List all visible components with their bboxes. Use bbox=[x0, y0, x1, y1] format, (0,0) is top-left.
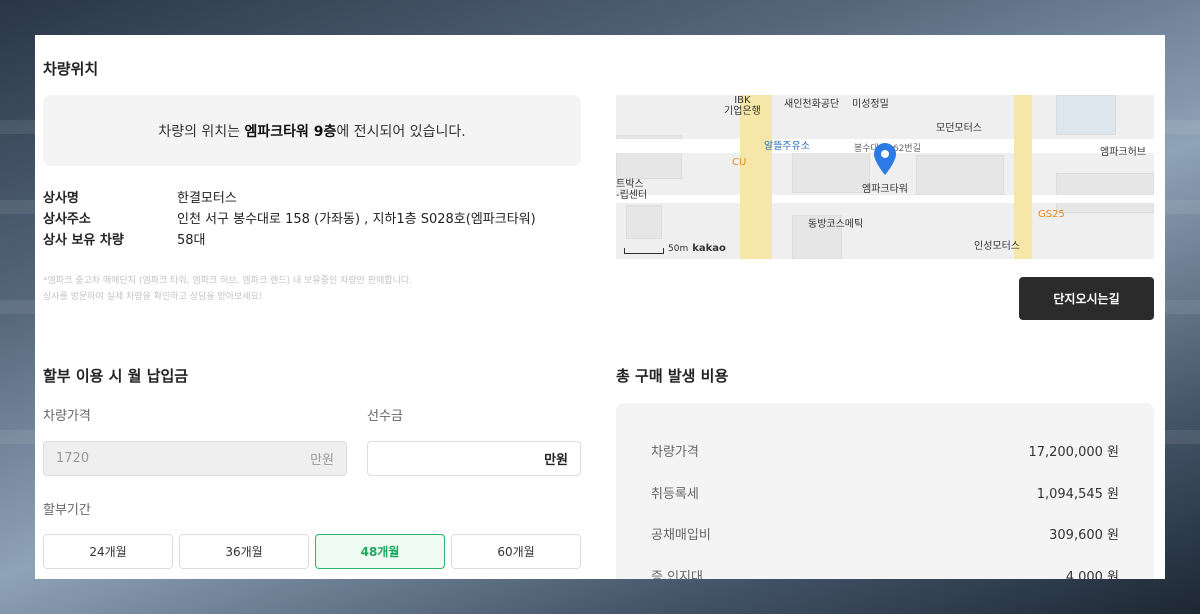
term-option-60[interactable]: 60개월 bbox=[451, 534, 581, 569]
total-cost-title: 총 구매 발생 비용 bbox=[616, 367, 729, 385]
cost-row-vehicle-price: 차량가격 17,200,000 원 bbox=[651, 441, 1119, 460]
term-label: 할부기간 bbox=[43, 503, 91, 518]
fine-print-line-1: *엠파크 중고차 매매단지 (엠파크 타워, 엠파크 허브, 엠파크 랜드) 내… bbox=[43, 276, 413, 286]
map-label-ibk: IBK 기업은행 bbox=[724, 95, 761, 117]
scale-bar bbox=[624, 248, 664, 254]
down-payment-unit: 만원 bbox=[544, 453, 568, 468]
term-option-36[interactable]: 36개월 bbox=[179, 534, 309, 569]
map-building bbox=[916, 155, 1004, 195]
map-label-gs25: GS25 bbox=[1038, 209, 1065, 220]
cost-row-stamp-duty: 증.인지대 4,000 원 bbox=[651, 566, 1119, 579]
map-label-empark-hub: 엠파크허브 bbox=[1100, 147, 1146, 158]
cost-label: 차량가격 bbox=[651, 445, 699, 460]
cost-value: 1,094,545 원 bbox=[1036, 487, 1119, 502]
map-label: 미성정밀 bbox=[852, 99, 889, 110]
vehicle-detail-panel: 차량위치 차량의 위치는 엠파크타워 9층 에 전시되어 있습니다. 상사명 한… bbox=[35, 35, 1165, 579]
info-value: 58대 bbox=[177, 233, 206, 248]
location-notice: 차량의 위치는 엠파크타워 9층 에 전시되어 있습니다. bbox=[43, 95, 581, 166]
cost-value: 17,200,000 원 bbox=[1028, 445, 1119, 460]
vehicle-price-unit: 만원 bbox=[310, 453, 334, 468]
map-label: 트박스 -립센터 bbox=[616, 179, 648, 201]
installment-title: 할부 이용 시 월 납입금 bbox=[43, 367, 189, 385]
notice-text-after: 에 전시되어 있습니다. bbox=[336, 123, 466, 140]
term-option-48[interactable]: 48개월 bbox=[315, 534, 445, 569]
down-payment-input[interactable] bbox=[380, 451, 520, 466]
fine-print-line-2: 상사를 방문하여 실제 차량을 확인하고 상담을 받아보세요! bbox=[43, 292, 263, 302]
map-scale: 50m kakao bbox=[624, 243, 726, 254]
info-value: 한결모터스 bbox=[177, 191, 237, 206]
location-map[interactable]: IBK 기업은행 새인천화공단 미성정밀 모던모터스 알뜰주유소 봉수대로162… bbox=[616, 95, 1154, 259]
map-label-gas-station: 알뜰주유소 bbox=[764, 141, 810, 152]
map-building bbox=[1056, 173, 1154, 213]
map-label: 인성모터스 bbox=[974, 241, 1020, 252]
info-row-dealer-name: 상사명 한결모터스 bbox=[43, 187, 237, 206]
notice-text-bold: 엠파크타워 9층 bbox=[244, 123, 337, 140]
map-label-empark-tower: 엠파크타워 bbox=[862, 184, 908, 195]
map-label: 새인천화공단 bbox=[784, 99, 840, 110]
info-row-dealer-address: 상사주소 인천 서구 봉수대로 158 (가좌동) , 지하1층 S028호(엠… bbox=[43, 208, 536, 227]
down-payment-label: 선수금 bbox=[367, 409, 403, 424]
map-building bbox=[792, 151, 870, 193]
vehicle-price-value: 1720 bbox=[56, 451, 90, 466]
cost-value: 309,600 원 bbox=[1049, 528, 1119, 543]
info-key: 상사 보유 차량 bbox=[43, 233, 124, 248]
cost-label: 증.인지대 bbox=[651, 570, 703, 579]
vehicle-price-field: 1720 만원 bbox=[43, 441, 347, 476]
map-building bbox=[1056, 95, 1116, 135]
price-label: 차량가격 bbox=[43, 409, 91, 424]
map-label-modern-motors: 모던모터스 bbox=[936, 123, 982, 134]
down-payment-field: 만원 bbox=[367, 441, 581, 476]
map-label: 동방코스메틱 bbox=[808, 219, 864, 230]
cost-label: 취등록세 bbox=[651, 487, 699, 502]
map-building bbox=[626, 205, 662, 239]
cost-value: 4,000 원 bbox=[1065, 570, 1119, 579]
location-pin-icon bbox=[874, 143, 896, 175]
kakao-logo: kakao bbox=[692, 243, 726, 254]
cost-row-bond-purchase: 공채매입비 309,600 원 bbox=[651, 524, 1119, 543]
directions-button[interactable]: 단지오시는길 bbox=[1019, 277, 1154, 320]
location-title: 차량위치 bbox=[43, 60, 99, 78]
term-option-24[interactable]: 24개월 bbox=[43, 534, 173, 569]
info-row-dealer-vehicles: 상사 보유 차량 58대 bbox=[43, 229, 206, 248]
cost-label: 공채매입비 bbox=[651, 528, 711, 543]
info-key: 상사주소 bbox=[43, 212, 91, 227]
map-label-cu: CU bbox=[732, 157, 747, 168]
total-cost-box: 차량가격 17,200,000 원 취등록세 1,094,545 원 공채매입비… bbox=[616, 403, 1154, 579]
info-key: 상사명 bbox=[43, 191, 79, 206]
scale-label: 50m bbox=[668, 244, 689, 254]
info-value: 인천 서구 봉수대로 158 (가좌동) , 지하1층 S028호(엠파크타워) bbox=[177, 212, 536, 227]
map-road bbox=[616, 195, 1154, 203]
map-road bbox=[740, 95, 772, 259]
cost-row-registration-tax: 취등록세 1,094,545 원 bbox=[651, 483, 1119, 502]
notice-text-before: 차량의 위치는 bbox=[158, 123, 245, 140]
map-road bbox=[1014, 95, 1032, 259]
